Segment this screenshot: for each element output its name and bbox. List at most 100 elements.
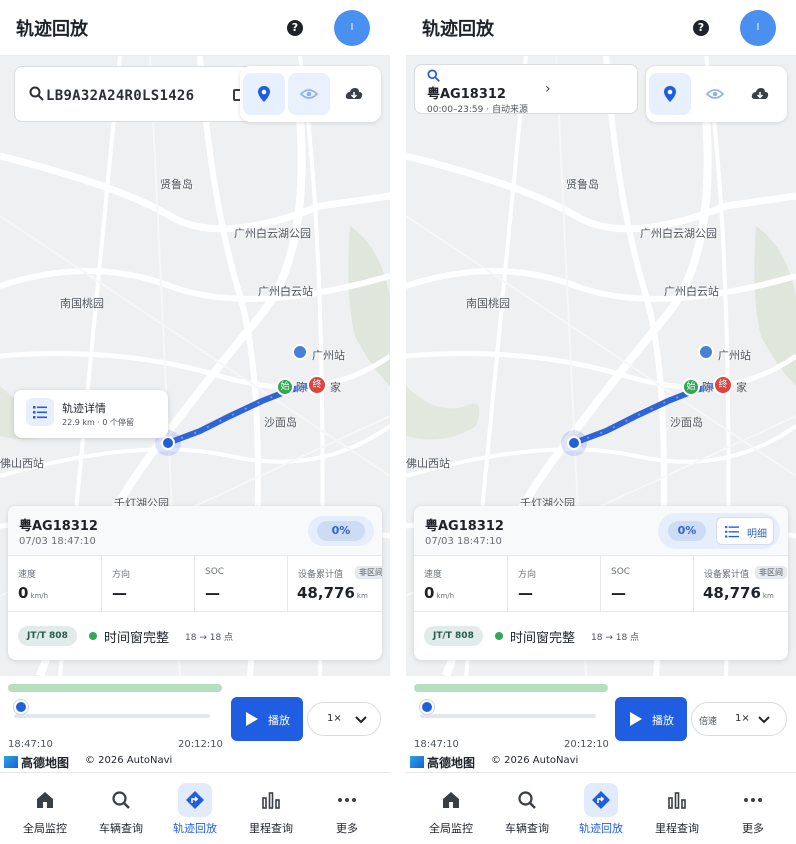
- phone-right: 轨迹回放 ? I 贤鲁岛 广州白云湖公园 广州白云站 南国桃园 广州站 沙面岛 …: [406, 0, 796, 844]
- stat-tag: 非区间: [755, 566, 787, 579]
- stats-row: 速度 0 km/h 方向 — SOC — 设备累计值 非区间 48,776 km: [414, 556, 788, 612]
- map-label: 南国桃园: [466, 297, 510, 310]
- view-button[interactable]: [694, 73, 736, 115]
- play-button[interactable]: 播放: [615, 697, 687, 741]
- map-label: 广州白云站: [664, 285, 719, 298]
- speed-select[interactable]: 倍速 1×: [691, 702, 787, 736]
- stat-speed: 速度 0 km/h: [414, 556, 508, 612]
- progress-thumb[interactable]: [420, 700, 434, 714]
- tab-label: 全局监控: [429, 822, 473, 835]
- map-label: 广州站: [718, 349, 751, 362]
- time-start: 18:47:10: [414, 739, 459, 750]
- tab-track-playback[interactable]: 轨迹回放: [156, 773, 232, 844]
- download-button[interactable]: [333, 73, 375, 115]
- tab-vehicle-search[interactable]: 车辆查询: [488, 773, 564, 844]
- progress-track[interactable]: [14, 714, 210, 718]
- status-dot: [89, 632, 97, 640]
- tab-vehicle-search[interactable]: 车辆查询: [82, 773, 158, 844]
- play-label: 播放: [268, 714, 290, 727]
- tab-more[interactable]: 更多: [308, 773, 384, 844]
- end-marker[interactable]: 终: [307, 375, 327, 395]
- progress-value: 0%: [317, 521, 365, 541]
- phone-left: 轨迹回放 ? I 贤鲁岛 广州白云湖公园 广州白云站 南国桃园 广州站 沙面岛 …: [0, 0, 390, 844]
- progress-thumb[interactable]: [14, 700, 28, 714]
- stat-label: 设备累计值: [298, 570, 344, 580]
- plate-number: 粤AG18312: [425, 519, 504, 534]
- tab-label: 车辆查询: [505, 822, 549, 835]
- detail-card-title: 轨迹详情: [62, 402, 106, 415]
- time-end: 20:12:10: [564, 739, 609, 750]
- tab-mileage-query[interactable]: 里程查询: [638, 773, 714, 844]
- chevron-right-icon[interactable]: ›: [545, 81, 551, 97]
- progress-track[interactable]: [420, 714, 596, 718]
- chevron-down-icon: [355, 716, 367, 724]
- vehicle-info-panel: 粤AG18312 07/03 18:47:10 0% 速度 0 km/h 方向 —…: [8, 506, 382, 660]
- current-position-marker[interactable]: [561, 430, 587, 456]
- tab-track-playback[interactable]: 轨迹回放: [562, 773, 638, 844]
- page-title: 轨迹回放: [422, 19, 494, 40]
- download-button[interactable]: [739, 73, 781, 115]
- copyright: © 2026 AutoNavi: [85, 755, 173, 766]
- start-marker[interactable]: 始: [682, 378, 700, 396]
- avatar[interactable]: I: [740, 10, 776, 46]
- buffer-bar: [8, 684, 222, 692]
- plate-search-box[interactable]: 粤AG18312 00:00–23:59 · 自动来源 ›: [414, 64, 638, 115]
- cloud-download-icon: [751, 88, 769, 99]
- map-label: 广州白云湖公园: [234, 227, 311, 240]
- more-icon: [744, 798, 762, 802]
- stat-tag: 非区间: [355, 566, 382, 579]
- detail-button[interactable]: 明细: [716, 517, 774, 545]
- play-label: 播放: [652, 714, 674, 727]
- tab-label: 轨迹回放: [579, 822, 623, 835]
- avatar[interactable]: I: [334, 10, 370, 46]
- play-icon: [630, 712, 642, 726]
- help-icon[interactable]: ?: [287, 20, 303, 36]
- status-dot: [495, 632, 503, 640]
- progress-group: 0% 明细: [658, 513, 780, 549]
- buffer-bar: [414, 684, 608, 692]
- location-button[interactable]: [243, 73, 285, 115]
- stat-speed: 速度 0 km/h: [8, 556, 102, 612]
- speed-select[interactable]: 1×: [307, 702, 381, 736]
- track-detail-card[interactable]: 轨迹详情 22.9 km · 0 个停留: [14, 390, 168, 438]
- map-label: 佛山西站: [0, 457, 44, 470]
- bar-chart-icon: [262, 792, 280, 809]
- speed-label: 倍速: [699, 717, 718, 727]
- playback-controls: 播放 倍速 1× 18:47:10 20:12:10 高德地图 © 2026 A…: [406, 676, 796, 772]
- home-icon: [37, 792, 53, 808]
- map-label: 陈: [702, 381, 713, 394]
- stats-row: 速度 0 km/h 方向 — SOC — 设备累计值 非区间 48,776 km: [8, 556, 382, 612]
- tab-label: 车辆查询: [99, 822, 143, 835]
- end-marker[interactable]: 终: [713, 375, 733, 395]
- detail-card-subtitle: 22.9 km · 0 个停留: [62, 418, 135, 427]
- stat-label: 方向: [112, 570, 131, 580]
- tab-bar: 全局监控 车辆查询 轨迹回放 里程查询 更多: [0, 772, 390, 844]
- search-icon: [518, 791, 536, 809]
- map-label: 陈: [296, 381, 307, 394]
- tab-more[interactable]: 更多: [714, 773, 790, 844]
- stat-value: —: [112, 584, 127, 602]
- tab-label: 里程查询: [655, 822, 699, 835]
- location-button[interactable]: [649, 73, 691, 115]
- map-label: 家: [330, 381, 341, 394]
- record-time: 07/03 18:47:10: [425, 536, 502, 547]
- amap-logo: 高德地图: [410, 754, 475, 771]
- tab-global-monitor[interactable]: 全局监控: [6, 773, 82, 844]
- stat-label: 速度: [424, 570, 443, 580]
- map-label: 沙面岛: [670, 416, 703, 429]
- amap-logo: 高德地图: [4, 754, 69, 771]
- start-marker[interactable]: 始: [276, 378, 294, 396]
- play-button[interactable]: 播放: [231, 697, 303, 741]
- view-button[interactable]: [288, 73, 330, 115]
- stat-value: —: [611, 584, 626, 602]
- tab-mileage-query[interactable]: 里程查询: [232, 773, 308, 844]
- route-icon: [186, 791, 204, 809]
- tab-global-monitor[interactable]: 全局监控: [412, 773, 488, 844]
- map-toolbar: [240, 66, 381, 122]
- location-pin-icon: [258, 86, 270, 102]
- app-header: 轨迹回放 ? I: [0, 0, 390, 56]
- stat-direction: 方向 —: [102, 556, 195, 612]
- plate-number: 粤AG18312: [19, 519, 98, 534]
- stat-value: —: [518, 584, 533, 602]
- help-icon[interactable]: ?: [693, 20, 709, 36]
